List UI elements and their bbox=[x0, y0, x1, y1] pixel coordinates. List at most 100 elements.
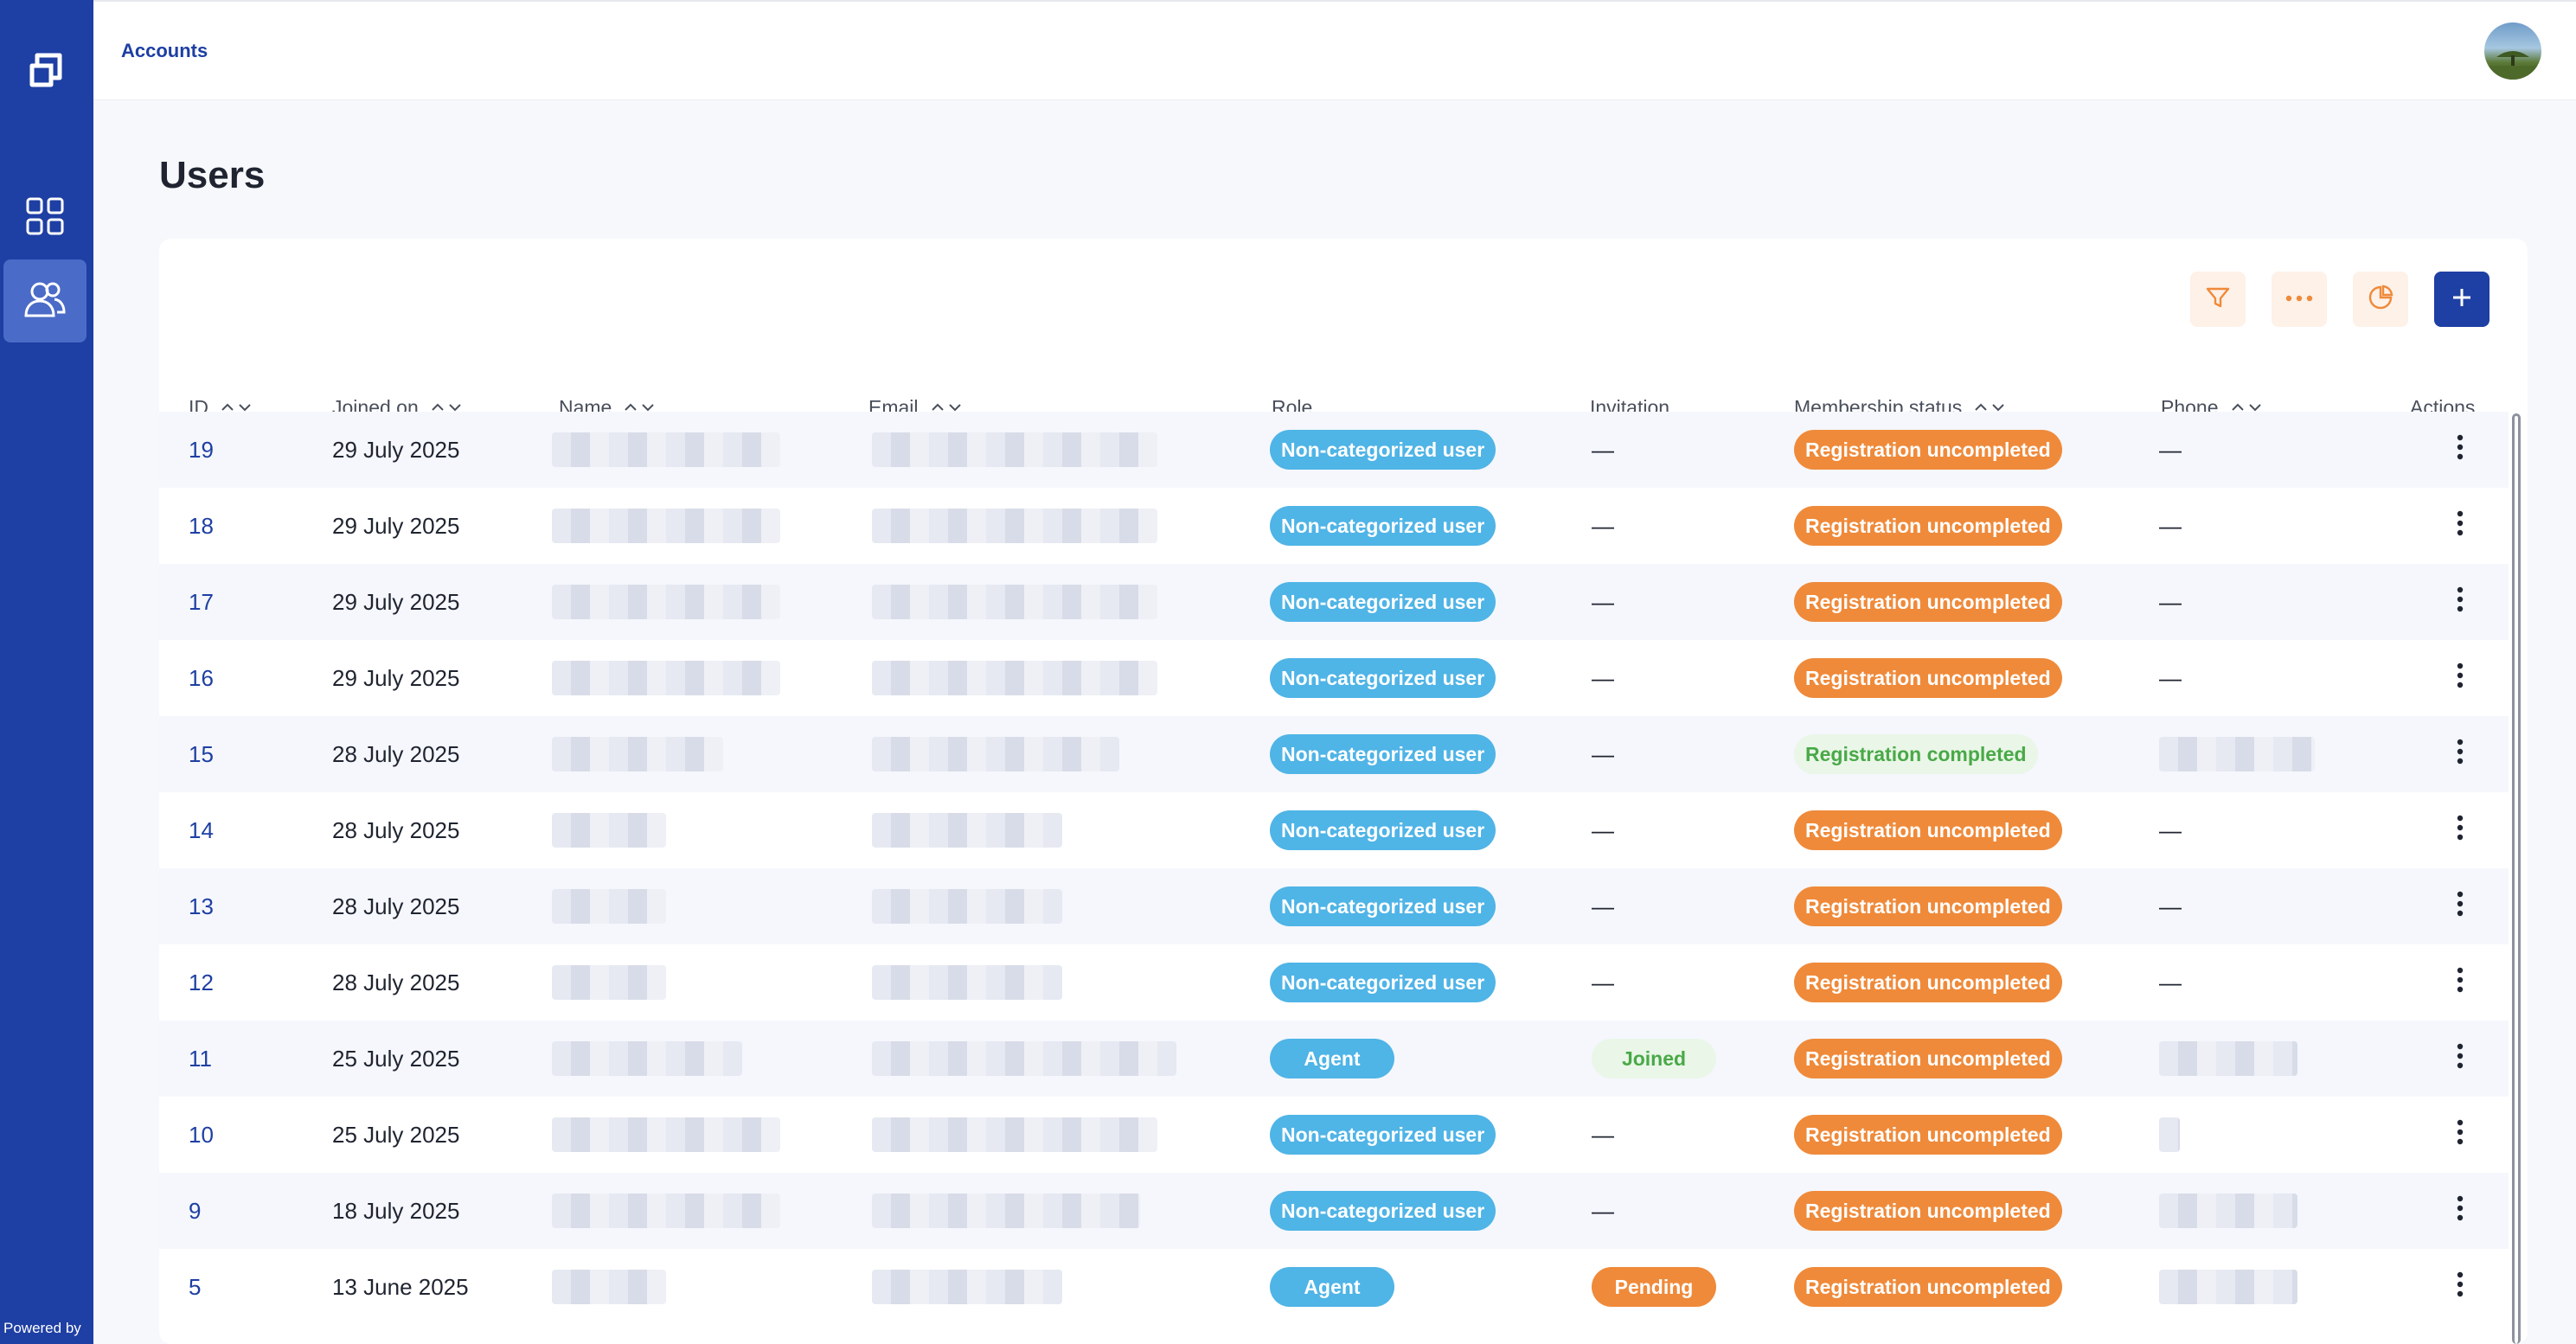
user-id-link[interactable]: 12 bbox=[189, 944, 214, 1021]
user-id-link[interactable]: 18 bbox=[189, 488, 214, 564]
email-redacted bbox=[872, 737, 1119, 771]
name-cell bbox=[552, 564, 780, 640]
phone-cell: — bbox=[2159, 564, 2182, 640]
role-badge: Non-categorized user bbox=[1270, 886, 1496, 926]
kebab-menu-icon bbox=[2457, 662, 2464, 694]
role-cell: Non-categorized user bbox=[1270, 564, 1496, 640]
table-row[interactable]: 12 28 July 2025 Non-categorized user — R… bbox=[159, 944, 2509, 1021]
status-badge: Registration uncompleted bbox=[1794, 1267, 2062, 1307]
more-options-button[interactable] bbox=[2272, 272, 2327, 327]
filter-button[interactable] bbox=[2190, 272, 2246, 327]
statistics-button[interactable] bbox=[2353, 272, 2408, 327]
status-badge: Registration uncompleted bbox=[1794, 658, 2062, 698]
row-actions-button[interactable] bbox=[2434, 944, 2486, 1021]
kebab-menu-icon bbox=[2457, 586, 2464, 618]
avatar[interactable] bbox=[2484, 22, 2541, 80]
phone-cell bbox=[2159, 1021, 2297, 1097]
name-cell bbox=[552, 792, 666, 868]
role-badge: Non-categorized user bbox=[1270, 810, 1496, 850]
phone-empty: — bbox=[2159, 512, 2182, 539]
invitation-empty: — bbox=[1592, 588, 1614, 615]
phone-cell bbox=[2159, 1173, 2297, 1249]
invitation-empty: — bbox=[1592, 893, 1614, 919]
joined-date: 28 July 2025 bbox=[332, 969, 460, 995]
sidebar: Powered by bbox=[0, 0, 93, 1344]
name-redacted bbox=[552, 432, 780, 467]
table-row[interactable]: 13 28 July 2025 Non-categorized user — R… bbox=[159, 868, 2509, 944]
row-actions-button[interactable] bbox=[2434, 868, 2486, 944]
invitation-cell: — bbox=[1592, 1097, 1614, 1173]
role-cell: Non-categorized user bbox=[1270, 792, 1496, 868]
name-redacted bbox=[552, 1270, 666, 1304]
row-actions-button[interactable] bbox=[2434, 1021, 2486, 1097]
status-badge: Registration completed bbox=[1794, 734, 2038, 774]
user-id-link[interactable]: 17 bbox=[189, 564, 214, 640]
status-badge: Registration uncompleted bbox=[1794, 886, 2062, 926]
membership-cell: Registration uncompleted bbox=[1794, 640, 2062, 716]
name-cell bbox=[552, 1097, 780, 1173]
phone-cell: — bbox=[2159, 944, 2182, 1021]
user-id-link[interactable]: 11 bbox=[189, 1021, 212, 1097]
breadcrumb[interactable]: Accounts bbox=[121, 40, 208, 62]
user-id-link[interactable]: 10 bbox=[189, 1097, 214, 1173]
email-redacted bbox=[872, 509, 1157, 543]
invitation-empty: — bbox=[1592, 1121, 1614, 1148]
name-redacted bbox=[552, 509, 780, 543]
app-logo-icon[interactable] bbox=[25, 47, 68, 90]
table-row[interactable]: 10 25 July 2025 Non-categorized user — R… bbox=[159, 1097, 2509, 1173]
user-id-link[interactable]: 16 bbox=[189, 640, 214, 716]
membership-cell: Registration uncompleted bbox=[1794, 1249, 2062, 1325]
row-actions-button[interactable] bbox=[2434, 1097, 2486, 1173]
row-actions-button[interactable] bbox=[2434, 1249, 2486, 1325]
row-actions-button[interactable] bbox=[2434, 1173, 2486, 1249]
table-row[interactable]: 17 29 July 2025 Non-categorized user — R… bbox=[159, 564, 2509, 640]
table-scrollbar[interactable] bbox=[2512, 413, 2521, 1344]
name-redacted bbox=[552, 737, 723, 771]
add-user-button[interactable] bbox=[2434, 272, 2489, 327]
user-id-link[interactable]: 14 bbox=[189, 792, 214, 868]
users-icon bbox=[23, 279, 67, 323]
table-row[interactable]: 5 13 June 2025 Agent Pending Registratio… bbox=[159, 1249, 2509, 1325]
email-cell bbox=[872, 640, 1157, 716]
email-cell bbox=[872, 488, 1157, 564]
user-id-link[interactable]: 19 bbox=[189, 412, 214, 488]
row-actions-button[interactable] bbox=[2434, 716, 2486, 792]
email-redacted bbox=[872, 889, 1062, 924]
kebab-menu-icon bbox=[2457, 434, 2464, 466]
membership-cell: Registration uncompleted bbox=[1794, 564, 2062, 640]
phone-empty: — bbox=[2159, 969, 2182, 995]
kebab-menu-icon bbox=[2457, 1043, 2464, 1075]
table-row[interactable]: 19 29 July 2025 Non-categorized user — R… bbox=[159, 412, 2509, 488]
table-row[interactable]: 14 28 July 2025 Non-categorized user — R… bbox=[159, 792, 2509, 868]
email-redacted bbox=[872, 1194, 1140, 1228]
kebab-menu-icon bbox=[2457, 1195, 2464, 1227]
joined-date: 25 July 2025 bbox=[332, 1045, 460, 1072]
row-actions-button[interactable] bbox=[2434, 564, 2486, 640]
name-redacted bbox=[552, 889, 666, 924]
email-cell bbox=[872, 716, 1119, 792]
name-cell bbox=[552, 1173, 780, 1249]
user-id-link[interactable]: 5 bbox=[189, 1249, 201, 1325]
sidebar-item-users[interactable] bbox=[3, 259, 87, 342]
user-id-link[interactable]: 9 bbox=[189, 1173, 201, 1249]
phone-redacted bbox=[2159, 1117, 2180, 1152]
email-cell bbox=[872, 412, 1157, 488]
user-id-link[interactable]: 13 bbox=[189, 868, 214, 944]
sidebar-item-dashboard[interactable] bbox=[3, 176, 87, 259]
table-row[interactable]: 9 18 July 2025 Non-categorized user — Re… bbox=[159, 1173, 2509, 1249]
phone-redacted bbox=[2159, 1194, 2297, 1228]
table-row[interactable]: 15 28 July 2025 Non-categorized user — R… bbox=[159, 716, 2509, 792]
row-actions-button[interactable] bbox=[2434, 488, 2486, 564]
table-row[interactable]: 18 29 July 2025 Non-categorized user — R… bbox=[159, 488, 2509, 564]
user-id-link[interactable]: 15 bbox=[189, 716, 214, 792]
joined-date: 29 July 2025 bbox=[332, 664, 460, 691]
status-badge: Registration uncompleted bbox=[1794, 1115, 2062, 1155]
name-redacted bbox=[552, 813, 666, 848]
table-row[interactable]: 16 29 July 2025 Non-categorized user — R… bbox=[159, 640, 2509, 716]
row-actions-button[interactable] bbox=[2434, 412, 2486, 488]
name-cell bbox=[552, 488, 780, 564]
row-actions-button[interactable] bbox=[2434, 640, 2486, 716]
kebab-menu-icon bbox=[2457, 739, 2464, 771]
table-row[interactable]: 11 25 July 2025 Agent Joined Registratio… bbox=[159, 1021, 2509, 1097]
row-actions-button[interactable] bbox=[2434, 792, 2486, 868]
